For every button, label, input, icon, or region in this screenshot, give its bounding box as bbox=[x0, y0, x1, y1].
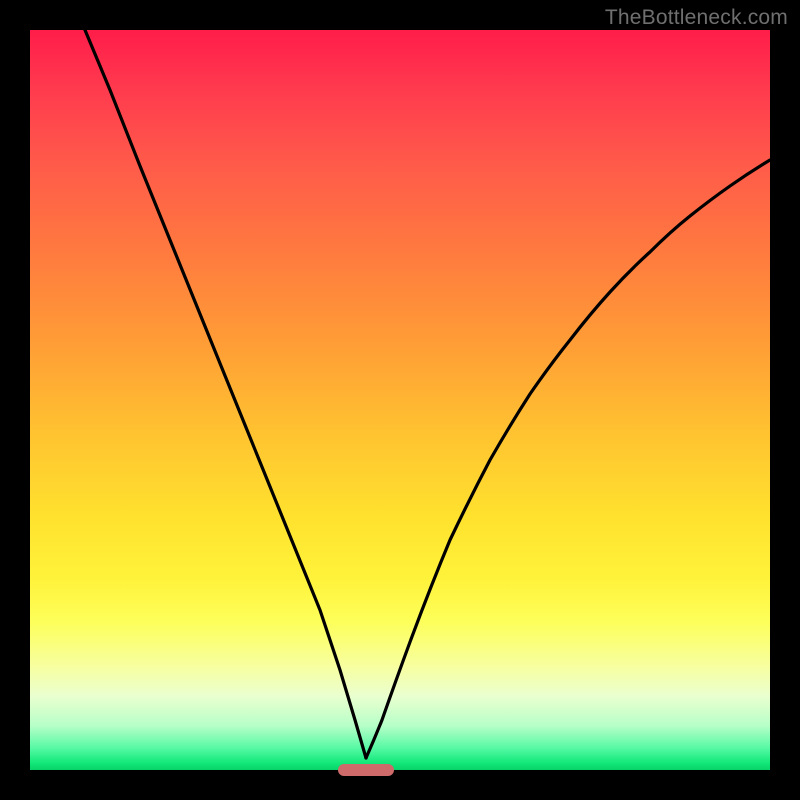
optimal-marker bbox=[338, 764, 394, 776]
right-curve bbox=[366, 160, 770, 758]
plot-area bbox=[30, 30, 770, 770]
chart-frame: TheBottleneck.com bbox=[0, 0, 800, 800]
left-curve bbox=[85, 30, 366, 758]
watermark-text: TheBottleneck.com bbox=[605, 6, 788, 30]
bottleneck-curves bbox=[30, 30, 770, 770]
